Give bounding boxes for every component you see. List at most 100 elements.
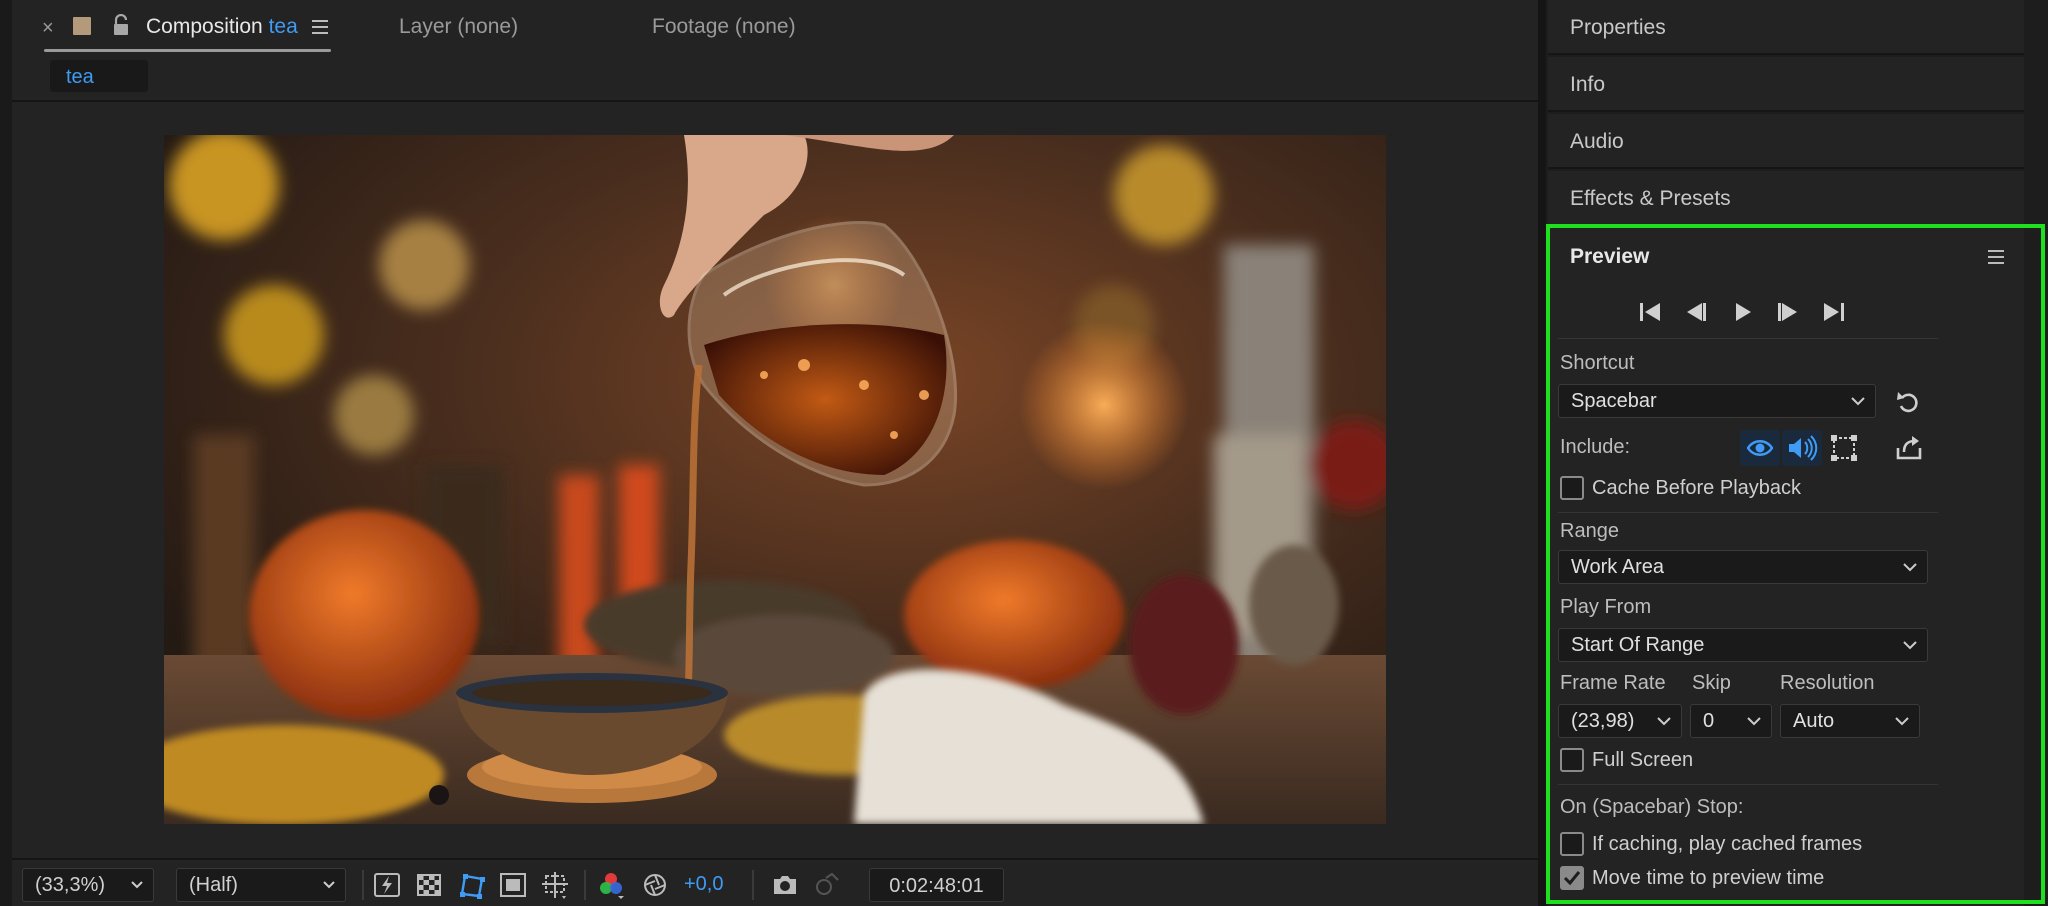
export-preview-icon[interactable] — [1894, 434, 1924, 462]
toolbar-divider — [362, 870, 364, 900]
shortcut-value: Spacebar — [1571, 390, 1657, 412]
chevron-down-icon — [323, 881, 335, 889]
close-tab-icon[interactable]: × — [42, 17, 54, 40]
full-screen-label: Full Screen — [1592, 749, 1694, 771]
chevron-down-icon — [1895, 717, 1909, 726]
chevron-down-icon — [1903, 563, 1917, 572]
chevron-down-icon — [1903, 641, 1917, 650]
preview-panel-title: Preview — [1570, 245, 1650, 268]
resolution-dropdown[interactable]: (Half) — [176, 868, 346, 902]
properties-panel-header[interactable]: Properties — [1548, 0, 2024, 55]
range-value: Work Area — [1571, 556, 1664, 578]
effects-presets-panel-title: Effects & Presets — [1570, 187, 1731, 210]
chevron-down-icon — [1747, 717, 1761, 726]
include-overlays-toggle[interactable] — [1824, 430, 1864, 466]
chevron-down-icon — [131, 881, 143, 889]
preview-resolution-dropdown[interactable]: Auto — [1780, 704, 1920, 738]
video-frame-tea-pour — [164, 135, 1386, 824]
properties-panel-title: Properties — [1570, 16, 1666, 39]
previous-frame-icon[interactable] — [1682, 298, 1710, 326]
frame-rate-dropdown[interactable]: (23,98) — [1558, 704, 1682, 738]
channel-rgb-icon[interactable] — [596, 870, 626, 900]
effects-presets-panel-header[interactable]: Effects & Presets — [1548, 171, 2024, 226]
cache-before-playback-checkbox[interactable] — [1560, 476, 1584, 500]
if-caching-label: If caching, play cached frames — [1592, 833, 1863, 855]
skip-dropdown[interactable]: 0 — [1690, 704, 1772, 738]
frame-rate-label: Frame Rate — [1560, 672, 1666, 694]
include-label: Include: — [1560, 436, 1631, 458]
resolution-value: (Half) — [189, 874, 238, 896]
speaker-icon — [1789, 435, 1818, 461]
active-tab-underline — [44, 49, 331, 52]
info-panel-header[interactable]: Info — [1548, 57, 2024, 112]
next-frame-icon[interactable] — [1774, 298, 1802, 326]
include-audio-toggle[interactable] — [1782, 430, 1822, 466]
skip-label: Skip — [1692, 672, 1731, 694]
magnification-value: (33,3%) — [35, 874, 106, 896]
play-icon[interactable] — [1728, 298, 1756, 326]
range-dropdown[interactable]: Work Area — [1558, 550, 1928, 584]
toolbar-divider — [752, 870, 754, 900]
lock-icon[interactable] — [112, 14, 130, 36]
tab-menu-icon[interactable] — [312, 20, 328, 34]
audio-panel-title: Audio — [1570, 130, 1624, 153]
move-time-label: Move time to preview time — [1592, 867, 1825, 889]
play-from-dropdown[interactable]: Start Of Range — [1558, 628, 1928, 662]
exposure-value[interactable]: +0,0 — [684, 873, 723, 896]
mask-path-visibility-icon[interactable] — [456, 870, 486, 900]
panel-menu-icon[interactable] — [1988, 250, 2004, 264]
preview-resolution-value: Auto — [1793, 710, 1835, 732]
resolution-label: Resolution — [1780, 672, 1875, 694]
transparency-grid-icon[interactable] — [414, 870, 444, 900]
skip-value: 0 — [1703, 710, 1715, 732]
toolbar-divider — [584, 870, 586, 900]
current-time-display[interactable]: 0:02:48:01 — [869, 868, 1004, 902]
play-from-label: Play From — [1560, 596, 1652, 618]
magnification-dropdown[interactable]: (33,3%) — [22, 868, 154, 902]
label-color-swatch[interactable] — [73, 17, 91, 35]
shortcut-label: Shortcut — [1560, 352, 1635, 374]
preview-panel: Preview Shortcut Spacebar Include: Cache… — [1548, 226, 2024, 906]
frame-rate-value: (23,98) — [1571, 710, 1635, 732]
divider — [1558, 338, 1938, 339]
checkmark-icon — [1563, 871, 1581, 886]
full-screen-checkbox[interactable] — [1560, 748, 1584, 772]
eye-icon — [1746, 440, 1774, 456]
include-video-toggle[interactable] — [1740, 430, 1780, 466]
range-label: Range — [1560, 520, 1619, 542]
tea-pour-image — [164, 135, 1386, 824]
if-caching-checkbox[interactable] — [1560, 832, 1584, 856]
grid-guides-icon[interactable] — [540, 870, 570, 900]
overlay-bounds-icon — [1831, 435, 1857, 461]
divider — [1558, 784, 1938, 785]
first-frame-icon[interactable] — [1636, 298, 1664, 326]
chevron-down-icon — [1657, 717, 1671, 726]
composition-tab-bar: × Composition tea Layer (none) Footage (… — [12, 0, 1538, 56]
left-edge — [0, 0, 12, 906]
region-of-interest-icon[interactable] — [498, 870, 528, 900]
reset-shortcut-icon[interactable] — [1894, 388, 1922, 416]
composition-breadcrumb-row: tea — [12, 56, 1538, 102]
divider — [1558, 512, 1938, 513]
breadcrumb-tea[interactable]: tea — [50, 60, 148, 92]
show-snapshot-icon[interactable] — [812, 870, 842, 900]
tab-layer[interactable]: Layer (none) — [399, 15, 518, 39]
cache-before-playback-label: Cache Before Playback — [1592, 477, 1802, 499]
tab-footage[interactable]: Footage (none) — [652, 15, 796, 39]
audio-panel-header[interactable]: Audio — [1548, 114, 2024, 169]
on-stop-label: On (Spacebar) Stop: — [1560, 796, 1744, 818]
reset-exposure-icon[interactable] — [640, 870, 670, 900]
move-time-checkbox[interactable] — [1560, 866, 1584, 890]
play-from-value: Start Of Range — [1571, 634, 1705, 656]
right-panel-stack: Properties Info Audio Effects & Presets … — [1546, 0, 2048, 906]
fast-previews-icon[interactable] — [372, 870, 402, 900]
info-panel-title: Info — [1570, 73, 1606, 96]
tab-composition[interactable]: Composition tea — [146, 15, 298, 39]
panel-splitter[interactable] — [1538, 0, 1546, 906]
composition-panel: × Composition tea Layer (none) Footage (… — [0, 0, 1538, 906]
shortcut-dropdown[interactable]: Spacebar — [1558, 384, 1876, 418]
composition-viewer[interactable] — [12, 102, 1538, 858]
last-frame-icon[interactable] — [1820, 298, 1848, 326]
chevron-down-icon — [1851, 397, 1865, 406]
snapshot-camera-icon[interactable] — [770, 870, 800, 900]
